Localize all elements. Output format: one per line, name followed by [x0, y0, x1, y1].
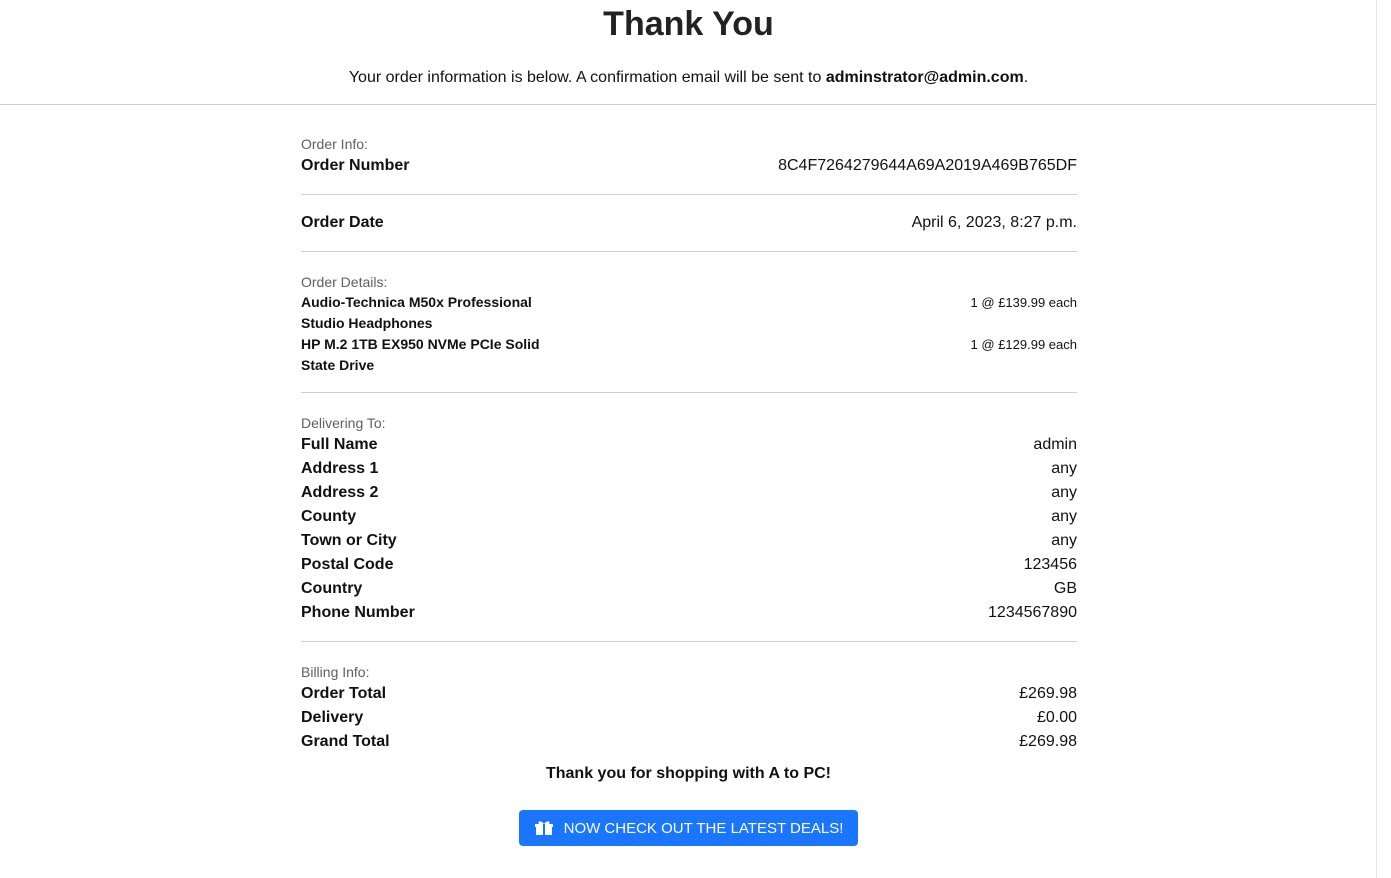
order-date-row: Order Date April 6, 2023, 8:27 p.m. — [301, 214, 1077, 232]
billing-row: Order Total £269.98 — [301, 685, 1077, 703]
delivery-key: Address 1 — [301, 460, 379, 477]
header-divider — [0, 104, 1377, 105]
delivery-value: GB — [1053, 580, 1077, 597]
order-item-row: HP M.2 1TB EX950 NVMe PCIe Solid State D… — [301, 334, 1077, 376]
delivery-value: admin — [1033, 436, 1077, 453]
latest-deals-button[interactable]: NOW CHECK OUT THE LATEST DEALS! — [519, 810, 858, 846]
delivery-value: 123456 — [1023, 556, 1077, 573]
delivery-key: Postal Code — [301, 556, 394, 573]
divider — [301, 194, 1077, 195]
thank-you-message: Thank you for shopping with A to PC! — [545, 765, 831, 782]
delivery-key: County — [301, 508, 357, 525]
delivering-to-label: Delivering To: — [301, 415, 386, 431]
confirmation-suffix: . — [1023, 69, 1029, 86]
delivery-key: Full Name — [301, 436, 378, 453]
delivery-row: Country GB — [301, 580, 1077, 598]
confirmation-message: Your order information is below. A confi… — [0, 68, 1377, 88]
divider — [301, 392, 1077, 393]
order-item-name: Audio-Technica M50x Professional Studio … — [301, 294, 532, 331]
billing-value: £0.00 — [1036, 709, 1077, 726]
delivery-row: Postal Code 123456 — [301, 556, 1077, 574]
delivery-value: 1234567890 — [988, 604, 1077, 621]
delivery-row: County any — [301, 508, 1077, 526]
order-item-qty-price: 1 @ £139.99 each — [970, 295, 1077, 310]
order-date-key: Order Date — [301, 214, 384, 231]
delivery-value: any — [1051, 460, 1077, 477]
thank-you-page: Thank You Your order information is belo… — [0, 0, 1377, 105]
order-item-name: HP M.2 1TB EX950 NVMe PCIe Solid State D… — [301, 336, 540, 373]
delivery-row: Address 1 any — [301, 460, 1077, 478]
billing-value: £269.98 — [1019, 733, 1077, 750]
confirmation-text: Your order information is below. A confi… — [348, 69, 826, 86]
scrollbar[interactable] — [1376, 0, 1391, 878]
billing-value: £269.98 — [1019, 685, 1077, 702]
billing-row: Grand Total £269.98 — [301, 733, 1077, 751]
order-date-value: April 6, 2023, 8:27 p.m. — [911, 214, 1077, 231]
order-info-label: Order Info: — [301, 136, 368, 152]
delivery-row: Full Name admin — [301, 436, 1077, 454]
divider — [301, 251, 1077, 252]
page-title: Thank You — [603, 5, 774, 43]
confirmation-email: adminstrator@admin.com — [825, 69, 1024, 86]
delivery-key: Town or City — [301, 532, 397, 549]
delivery-row: Phone Number 1234567890 — [301, 604, 1077, 622]
latest-deals-label: NOW CHECK OUT THE LATEST DEALS! — [563, 819, 844, 837]
billing-key: Grand Total — [301, 733, 390, 750]
delivery-key: Country — [301, 580, 363, 597]
gift-icon — [534, 820, 554, 836]
order-details-label: Order Details: — [301, 274, 388, 290]
delivery-key: Phone Number — [301, 604, 415, 621]
order-number-value: 8C4F7264279644A69A2019A469B765DF — [778, 157, 1077, 174]
delivery-row: Town or City any — [301, 532, 1077, 550]
billing-info-label: Billing Info: — [301, 664, 370, 680]
order-number-row: Order Number 8C4F7264279644A69A2019A469B… — [301, 157, 1077, 175]
delivery-value: any — [1051, 508, 1077, 525]
divider — [301, 641, 1077, 642]
delivery-value: any — [1051, 484, 1077, 501]
delivery-value: any — [1051, 532, 1077, 549]
order-number-key: Order Number — [301, 157, 410, 174]
delivery-row: Address 2 any — [301, 484, 1077, 502]
billing-key: Order Total — [301, 685, 387, 702]
delivery-key: Address 2 — [301, 484, 379, 501]
order-item-row: Audio-Technica M50x Professional Studio … — [301, 292, 1077, 334]
order-item-qty-price: 1 @ £129.99 each — [970, 337, 1077, 352]
billing-row: Delivery £0.00 — [301, 709, 1077, 727]
billing-key: Delivery — [301, 709, 364, 726]
